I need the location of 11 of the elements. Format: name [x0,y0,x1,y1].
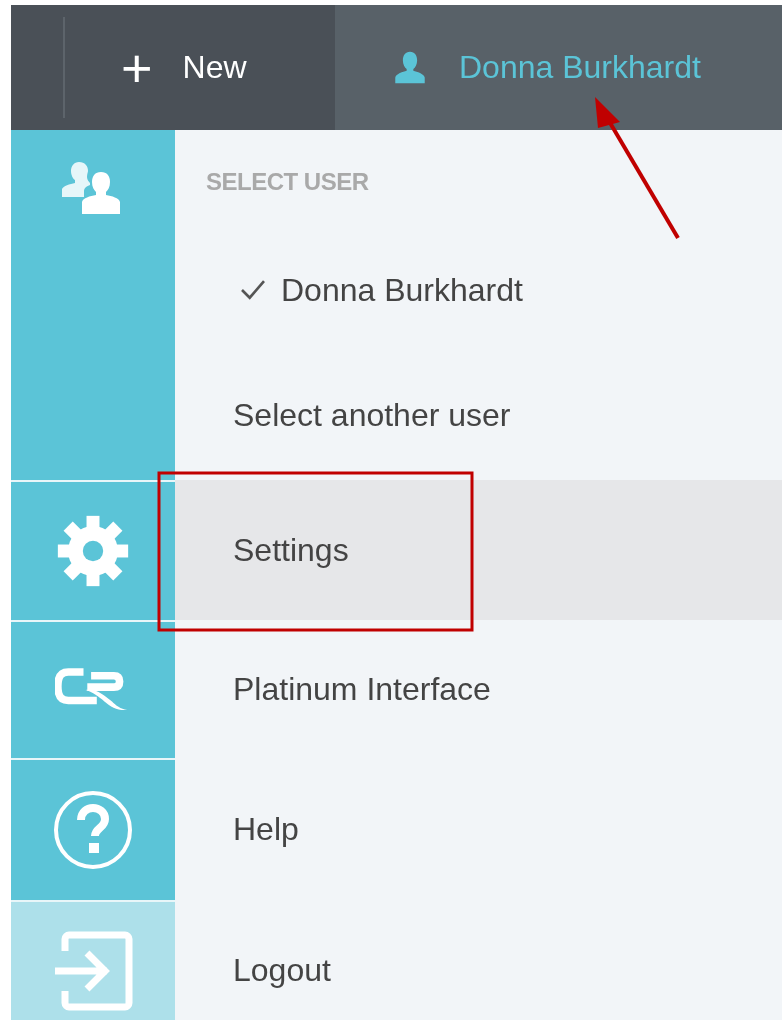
menu-item[interactable]: Select another user [175,350,782,480]
checkmark-icon [239,279,267,301]
help-icon[interactable] [53,790,133,870]
menu-item[interactable]: Help [175,758,782,900]
menu-item[interactable]: Platinum Interface [175,620,782,758]
menu-header: SELECT USER [206,168,369,195]
menu-item[interactable]: Donna Burkhardt [175,230,782,350]
logout-icon[interactable] [53,931,133,1011]
menu-item[interactable]: Settings [175,480,782,620]
settings-icon[interactable] [56,514,130,588]
menu-item[interactable]: Logout [175,900,782,1020]
